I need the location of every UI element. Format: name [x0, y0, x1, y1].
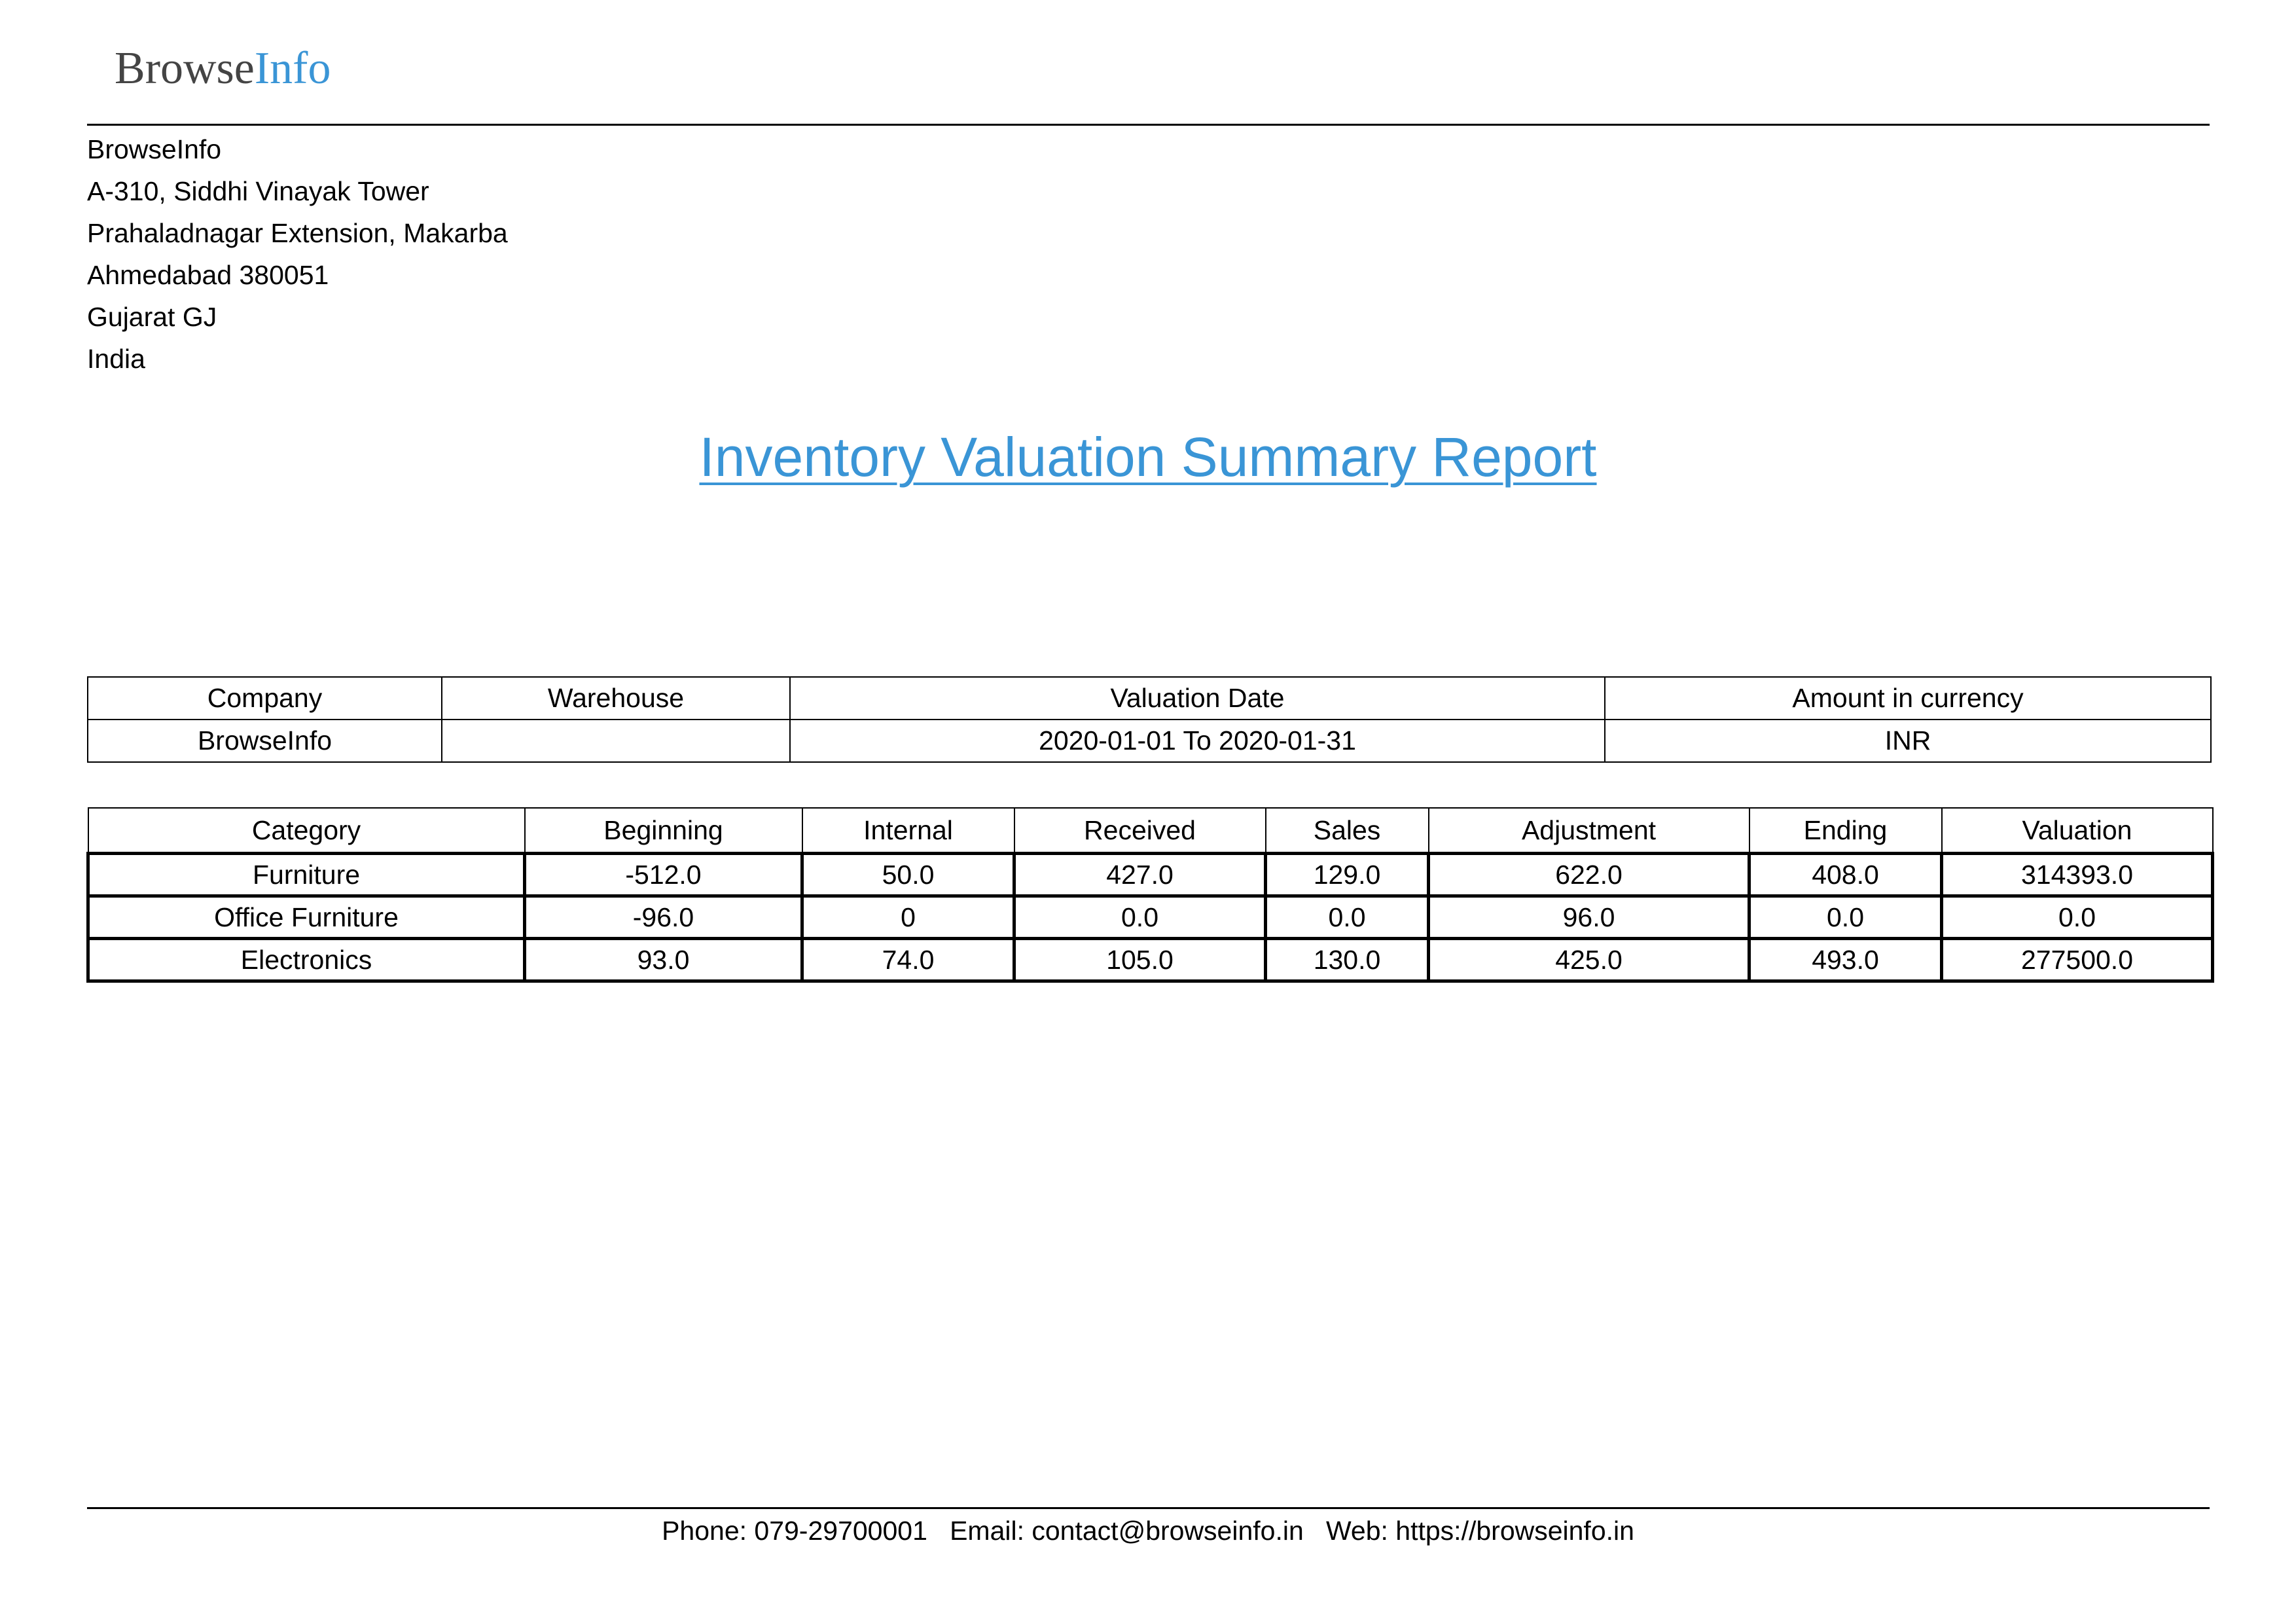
cell-valuation: 314393.0	[1940, 852, 2214, 898]
info-header-company: Company	[87, 676, 442, 720]
address-line-state: Gujarat GJ	[87, 302, 217, 332]
cell-valuation: 0.0	[1940, 894, 2214, 940]
info-company: BrowseInfo	[87, 719, 442, 763]
cell-received: 105.0	[1013, 937, 1267, 983]
col-header-valuation: Valuation	[1941, 807, 2214, 855]
cell-internal: 74.0	[800, 937, 1016, 983]
col-header-internal: Internal	[801, 807, 1015, 855]
cell-adjustment: 425.0	[1427, 937, 1751, 983]
table-row: Electronics 93.0 74.0 105.0 130.0 425.0 …	[86, 937, 2214, 983]
info-header-valuation-date: Valuation Date	[789, 676, 1605, 720]
address-line-company: BrowseInfo	[87, 134, 222, 164]
cell-sales: 129.0	[1264, 852, 1430, 898]
cell-received: 427.0	[1013, 852, 1267, 898]
cell-ending: 408.0	[1748, 852, 1943, 898]
header-divider	[87, 124, 2210, 126]
valuation-header-row: Category Beginning Internal Received Sal…	[87, 807, 2214, 855]
address-line-country: India	[87, 344, 145, 374]
footer-phone: Phone: 079-29700001	[662, 1516, 927, 1546]
address-line-area: Prahaladnagar Extension, Makarba	[87, 218, 508, 248]
cell-category: Electronics	[86, 937, 526, 983]
address-line-street: A-310, Siddhi Vinayak Tower	[87, 176, 429, 206]
cell-received: 0.0	[1013, 894, 1267, 940]
info-value-row: BrowseInfo 2020-01-01 To 2020-01-31 INR	[87, 719, 2212, 763]
cell-beginning: -512.0	[523, 852, 804, 898]
info-header-row: Company Warehouse Valuation Date Amount …	[87, 676, 2212, 720]
cell-adjustment: 622.0	[1427, 852, 1751, 898]
col-header-sales: Sales	[1265, 807, 1429, 855]
cell-category: Office Furniture	[86, 894, 526, 940]
logo-text-info: Info	[254, 43, 331, 94]
cell-beginning: -96.0	[523, 894, 804, 940]
report-title: Inventory Valuation Summary Report	[699, 426, 1597, 488]
info-header-warehouse: Warehouse	[441, 676, 791, 720]
logo-text-browse: Browse	[115, 43, 255, 94]
info-header-currency: Amount in currency	[1604, 676, 2212, 720]
footer-email: Email: contact@browseinfo.in	[950, 1516, 1304, 1546]
col-header-beginning: Beginning	[524, 807, 803, 855]
address-line-city: Ahmedabad 380051	[87, 260, 329, 290]
cell-sales: 0.0	[1264, 894, 1430, 940]
cell-ending: 493.0	[1748, 937, 1943, 983]
company-logo: BrowseInfo	[115, 46, 331, 92]
col-header-adjustment: Adjustment	[1427, 807, 1750, 855]
cell-valuation: 277500.0	[1940, 937, 2214, 983]
footer-divider	[87, 1507, 2210, 1509]
col-header-received: Received	[1013, 807, 1266, 855]
page-footer: Phone: 079-29700001 Email: contact@brows…	[0, 1512, 2296, 1549]
cell-beginning: 93.0	[523, 937, 804, 983]
company-address: BrowseInfo A-310, Siddhi Vinayak Tower P…	[87, 128, 508, 380]
info-valuation-date: 2020-01-01 To 2020-01-31	[789, 719, 1605, 763]
info-currency: INR	[1604, 719, 2212, 763]
info-warehouse	[441, 719, 791, 763]
report-info-table: Company Warehouse Valuation Date Amount …	[87, 676, 2212, 763]
valuation-table: Category Beginning Internal Received Sal…	[86, 807, 2214, 983]
cell-ending: 0.0	[1748, 894, 1943, 940]
col-header-category: Category	[87, 807, 526, 855]
cell-internal: 0	[800, 894, 1016, 940]
col-header-ending: Ending	[1748, 807, 1943, 855]
cell-category: Furniture	[86, 852, 526, 898]
cell-internal: 50.0	[800, 852, 1016, 898]
footer-web: Web: https://browseinfo.in	[1325, 1516, 1634, 1546]
table-row: Office Furniture -96.0 0 0.0 0.0 96.0 0.…	[86, 894, 2214, 940]
cell-sales: 130.0	[1264, 937, 1430, 983]
table-row: Furniture -512.0 50.0 427.0 129.0 622.0 …	[86, 852, 2214, 898]
cell-adjustment: 96.0	[1427, 894, 1751, 940]
